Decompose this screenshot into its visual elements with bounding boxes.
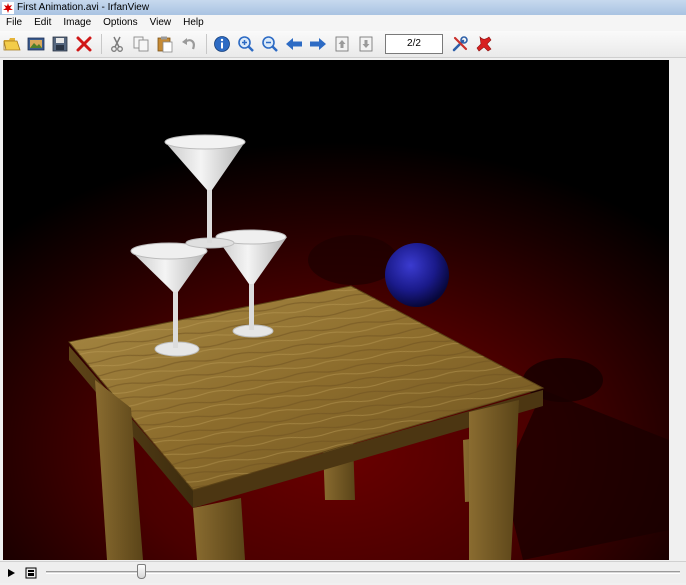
settings-button[interactable] bbox=[449, 33, 471, 55]
prev-icon bbox=[286, 38, 302, 50]
save-icon bbox=[52, 36, 68, 52]
zoom-out-button[interactable] bbox=[259, 33, 281, 55]
first-page-icon bbox=[335, 36, 349, 52]
zoom-out-icon bbox=[262, 36, 278, 52]
frame-icon bbox=[25, 567, 37, 578]
playback-slider-thumb[interactable] bbox=[137, 564, 147, 579]
cut-icon bbox=[111, 36, 123, 52]
toolbar-separator bbox=[101, 34, 102, 54]
last-page-icon bbox=[359, 36, 373, 52]
title-bar: First Animation.avi - IrfanView bbox=[0, 0, 686, 15]
menu-help[interactable]: Help bbox=[177, 15, 210, 31]
toolbar-separator bbox=[206, 34, 207, 54]
open-button[interactable] bbox=[1, 33, 23, 55]
next-button[interactable] bbox=[307, 33, 329, 55]
save-button[interactable] bbox=[49, 33, 71, 55]
zoom-in-icon bbox=[238, 36, 254, 52]
animation-frame bbox=[3, 60, 669, 560]
undo-button[interactable] bbox=[178, 33, 200, 55]
thumbnails-icon bbox=[27, 37, 45, 51]
paste-button[interactable] bbox=[154, 33, 176, 55]
info-button[interactable] bbox=[211, 33, 233, 55]
play-button[interactable] bbox=[2, 564, 20, 582]
menu-options[interactable]: Options bbox=[97, 15, 143, 31]
thumbnails-button[interactable] bbox=[25, 33, 47, 55]
frame-button[interactable] bbox=[22, 564, 40, 582]
info-icon bbox=[214, 36, 230, 52]
settings-icon bbox=[452, 36, 468, 52]
paste-icon bbox=[157, 36, 173, 53]
next-icon bbox=[310, 38, 326, 50]
menu-edit[interactable]: Edit bbox=[28, 15, 57, 31]
menu-file[interactable]: File bbox=[0, 15, 28, 31]
previous-button[interactable] bbox=[283, 33, 305, 55]
player-bar bbox=[0, 561, 686, 583]
menu-view[interactable]: View bbox=[144, 15, 178, 31]
undo-icon bbox=[182, 38, 195, 50]
image-viewport[interactable] bbox=[3, 60, 669, 560]
play-icon bbox=[8, 568, 15, 577]
exit-icon bbox=[476, 36, 492, 52]
delete-icon bbox=[76, 36, 92, 52]
copy-button[interactable] bbox=[130, 33, 152, 55]
window-title: First Animation.avi - IrfanView bbox=[17, 2, 150, 13]
exit-button[interactable] bbox=[473, 33, 495, 55]
delete-button[interactable] bbox=[73, 33, 95, 55]
zoom-in-button[interactable] bbox=[235, 33, 257, 55]
copy-icon bbox=[133, 36, 149, 52]
page-indicator: 2/2 bbox=[385, 34, 443, 54]
menu-bar: File Edit Image Options View Help bbox=[0, 15, 686, 31]
menu-image[interactable]: Image bbox=[57, 15, 97, 31]
open-icon bbox=[3, 38, 21, 51]
first-page-button[interactable] bbox=[331, 33, 353, 55]
toolbar: 2/2 bbox=[0, 31, 686, 58]
last-page-button[interactable] bbox=[355, 33, 377, 55]
app-icon bbox=[2, 1, 14, 14]
cut-button[interactable] bbox=[106, 33, 128, 55]
